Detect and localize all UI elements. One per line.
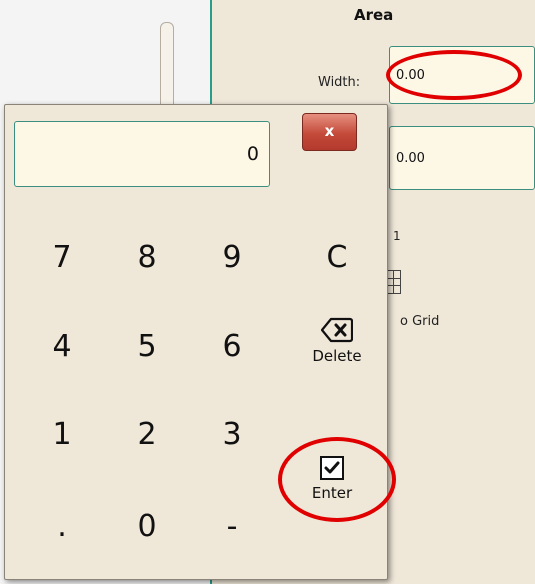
close-icon: x <box>324 122 335 140</box>
width-label: Width: <box>318 75 361 90</box>
key-1[interactable]: 1 <box>32 404 92 464</box>
height-value: 0.00 <box>396 150 425 166</box>
delete-button[interactable]: Delete <box>297 301 377 381</box>
grid-icon[interactable] <box>387 270 401 294</box>
backspace-icon <box>321 317 353 343</box>
key-8[interactable]: 8 <box>117 227 177 287</box>
grid-label: o Grid <box>400 314 440 329</box>
keypad-display[interactable]: 0 <box>14 121 270 187</box>
key-6[interactable]: 6 <box>202 316 262 376</box>
key-2[interactable]: 2 <box>117 404 177 464</box>
width-field-highlight <box>386 50 522 100</box>
enter-button-highlight <box>278 437 396 522</box>
key-5[interactable]: 5 <box>117 316 177 376</box>
area-title: Area <box>354 6 394 24</box>
scale-label: 1 <box>393 229 401 243</box>
key-9[interactable]: 9 <box>202 227 262 287</box>
key-minus[interactable]: - <box>202 496 262 556</box>
delete-label: Delete <box>312 347 362 365</box>
key-clear[interactable]: C <box>307 227 367 287</box>
key-decimal[interactable]: . <box>32 496 92 556</box>
height-field[interactable]: 0.00 <box>389 126 535 190</box>
key-3[interactable]: 3 <box>202 404 262 464</box>
key-0[interactable]: 0 <box>117 496 177 556</box>
key-7[interactable]: 7 <box>32 227 92 287</box>
key-4[interactable]: 4 <box>32 316 92 376</box>
close-button[interactable]: x <box>302 113 357 151</box>
keypad-display-value: 0 <box>246 143 259 165</box>
